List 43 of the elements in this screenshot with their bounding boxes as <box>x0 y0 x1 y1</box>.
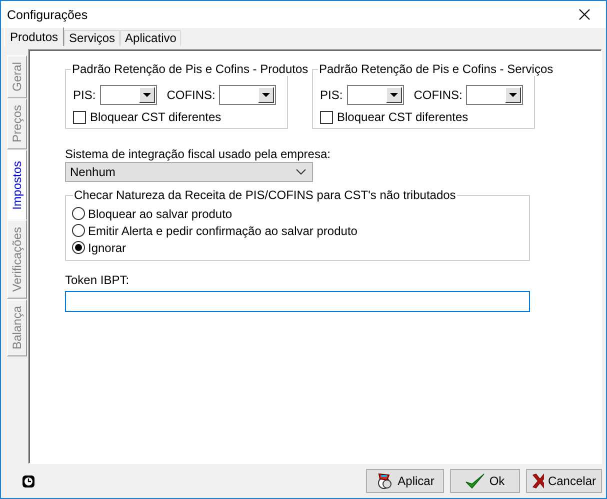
dropdown[interactable] <box>346 85 404 105</box>
radio-button[interactable] <box>72 241 85 254</box>
checkbox-label: Bloquear CST diferentes <box>90 110 222 124</box>
close-icon <box>578 9 590 20</box>
checkbox[interactable] <box>73 110 86 124</box>
clock-icon[interactable] <box>22 474 35 488</box>
checkbox-label: Bloquear CST diferentes <box>337 110 468 124</box>
radio-button[interactable] <box>72 207 85 220</box>
window-title: Configurações <box>7 8 88 22</box>
side-tab[interactable]: Impostos <box>7 150 27 220</box>
field-label: COFINS: <box>166 88 216 102</box>
caret-icon <box>390 92 398 98</box>
field-label: PIS: <box>73 88 96 102</box>
tab[interactable]: Produtos <box>4 27 64 46</box>
dropdown[interactable] <box>466 85 524 105</box>
disk-icon <box>376 472 394 490</box>
tab[interactable]: Serviços <box>64 30 120 46</box>
caret-icon <box>142 92 151 98</box>
radio-label: Bloquear ao salvar produto <box>88 206 232 220</box>
field-label: Token IBPT: <box>65 273 130 287</box>
caret-icon <box>262 92 270 98</box>
group-title: Checar Natureza da Receita de PIS/COFINS para CST's não tributados <box>73 188 457 202</box>
group-title: Padrão Retenção de Pis e Cofins - Produtos <box>71 62 310 76</box>
checkbox[interactable] <box>320 110 333 124</box>
dialog-button[interactable]: Aplicar <box>366 469 444 493</box>
field-label: PIS: <box>320 88 343 102</box>
radio-label: Emitir Alerta e pedir confirmação ao salvar produto <box>88 224 358 238</box>
input-field[interactable] <box>65 291 530 312</box>
dialog-button[interactable]: Cancelar <box>526 469 602 493</box>
field-label: Sistema de integração fiscal usado pela empresa: <box>65 147 332 161</box>
dropdown[interactable] <box>219 85 276 105</box>
caret-icon <box>509 92 518 98</box>
dropdown[interactable] <box>100 85 157 105</box>
radio-label: Ignorar <box>88 240 126 254</box>
dropdown[interactable]: Nenhum <box>65 162 313 182</box>
radio-button[interactable] <box>72 224 85 237</box>
checkmark-icon <box>465 472 486 490</box>
dialog-button[interactable]: Ok <box>450 469 520 493</box>
chevron-icon <box>296 169 306 175</box>
cross-icon <box>532 473 544 489</box>
tab[interactable]: Aplicativo <box>120 30 182 46</box>
field-label: COFINS: <box>414 88 462 102</box>
group-title: Padrão Retenção de Pis e Cofins - Serviços <box>318 62 554 76</box>
